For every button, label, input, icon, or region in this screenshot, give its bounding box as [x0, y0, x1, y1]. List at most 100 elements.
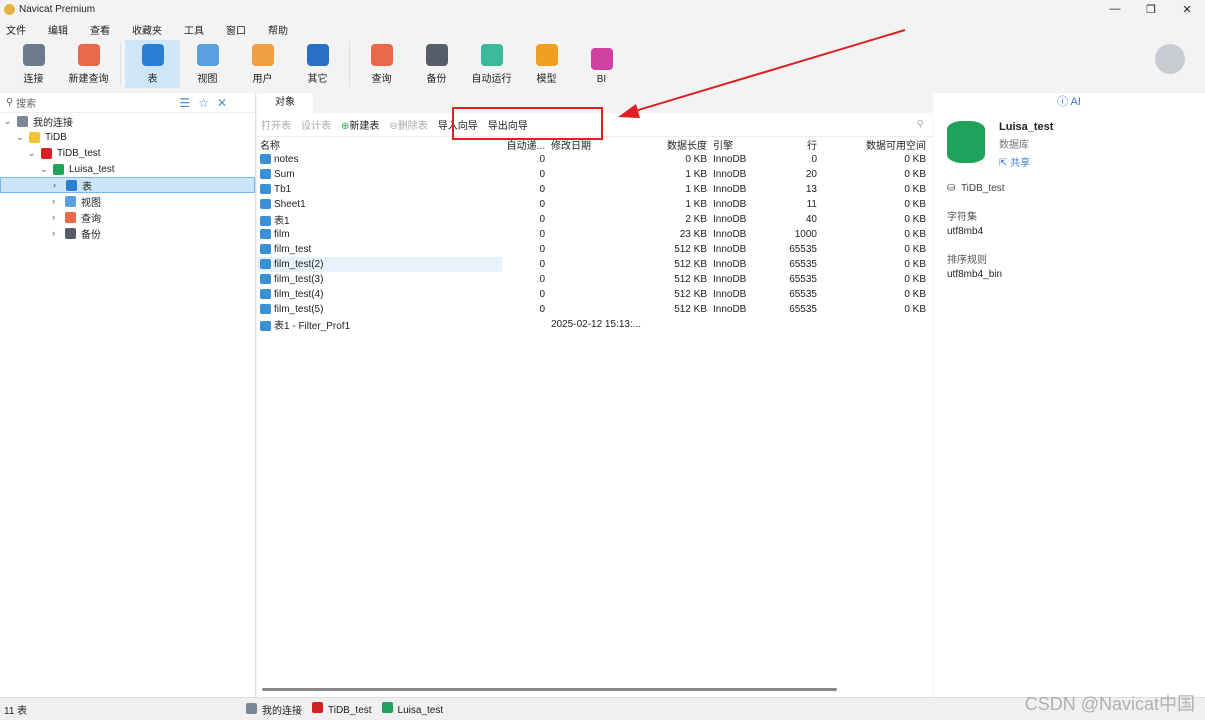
column-header[interactable]: 引擎 [710, 137, 770, 152]
database-icon [947, 121, 985, 163]
open-table-button[interactable]: 打开表 [261, 117, 291, 132]
user-avatar[interactable] [1155, 44, 1185, 74]
tree-node-label: 查询 [81, 213, 101, 225]
tree-node[interactable]: ⌄ TiDB_test [0, 145, 255, 161]
table-row[interactable]: Sheet1 0 1 KB InnoDB 11 0 KB [257, 197, 929, 212]
toolbar-button[interactable]: 表 [125, 40, 180, 88]
table-icon [260, 289, 271, 300]
toolbar-icon [590, 48, 613, 70]
table-cell: 0 [502, 272, 548, 287]
table-cell: 65535 [770, 272, 820, 287]
share-link[interactable]: ⇱ 共享 [999, 154, 1053, 169]
server-label: TiDB_test [960, 183, 1005, 194]
chevron-icon[interactable]: › [52, 228, 62, 238]
table-cell: 0 KB [820, 227, 929, 242]
menu-item[interactable]: 查看 [90, 22, 110, 37]
close-button[interactable]: ✕ [1169, 3, 1205, 16]
tree-node-icon [41, 147, 52, 159]
table-cell [548, 287, 648, 302]
cell-value: InnoDB [713, 229, 747, 240]
table-row[interactable]: film_test(2) 0 512 KB InnoDB 65535 0 KB [257, 257, 929, 272]
cell-value: InnoDB [713, 289, 747, 300]
cell-value: 65535 [789, 244, 817, 255]
table-cell: 0 [770, 152, 820, 167]
tree-node-icon [65, 227, 76, 239]
toolbar-button[interactable]: 连接 [6, 40, 61, 88]
table-row[interactable]: film_test(4) 0 512 KB InnoDB 65535 0 KB [257, 287, 929, 302]
column-header[interactable]: 行 [770, 137, 820, 152]
chevron-icon[interactable]: ⌄ [40, 164, 50, 175]
table-row[interactable]: film 0 23 KB InnoDB 1000 0 KB [257, 227, 929, 242]
breadcrumb-item[interactable]: Luisa_test [381, 701, 443, 717]
table-cell: 11 [770, 197, 820, 212]
navigation-pane: ⚲ 搜索 ☰☆✕ ⌄ 我的连接 ⌄ TiDB ⌄ TiDB_test ⌄ Luisa_test ›… [0, 93, 256, 697]
new-table-button[interactable]: ⊕新建表 [341, 117, 379, 132]
table-cell: 0 [502, 287, 548, 302]
toolbar-button[interactable]: 用户 [235, 40, 290, 88]
tree-node[interactable]: › 备份 [0, 225, 255, 241]
toolbar-button[interactable]: 新建查询 [61, 40, 116, 88]
table-cell: InnoDB [710, 182, 770, 197]
chevron-icon[interactable]: ⌄ [4, 116, 14, 127]
tree-node[interactable]: ⌄ Luisa_test [0, 161, 255, 177]
menu-item[interactable]: 编辑 [48, 22, 68, 37]
minimize-button[interactable]: — [1097, 3, 1133, 16]
menu-item[interactable]: 帮助 [268, 22, 288, 37]
toolbar-button[interactable]: 模型 [519, 40, 574, 88]
breadcrumb-item[interactable]: TiDB_test [312, 701, 372, 717]
cell-value: 0 KB [904, 199, 926, 210]
table-row[interactable]: Tb1 0 1 KB InnoDB 13 0 KB [257, 182, 929, 197]
cell-value: InnoDB [713, 259, 747, 270]
table-cell: film_test(2) [257, 257, 502, 272]
toolbar-button[interactable]: 视图 [180, 40, 235, 88]
search-icon[interactable]: ⚲ [917, 119, 924, 130]
menu-item[interactable]: 窗口 [226, 22, 246, 37]
table-row[interactable]: 表1 0 2 KB InnoDB 40 0 KB [257, 212, 929, 227]
table-row[interactable]: notes 0 0 KB InnoDB 0 0 KB [257, 152, 929, 167]
cell-value: notes [274, 154, 299, 165]
toolbar-button[interactable]: 其它 [290, 40, 345, 88]
design-table-button[interactable]: 设计表 [301, 117, 331, 132]
table-cell [548, 167, 648, 182]
menu-item[interactable]: 文件 [6, 22, 26, 37]
table-row[interactable]: film_test(3) 0 512 KB InnoDB 65535 0 KB [257, 272, 929, 287]
cell-value: 65535 [789, 304, 817, 315]
cell-value: 0 KB [904, 259, 926, 270]
tree-node[interactable]: ⌄ TiDB [0, 129, 255, 145]
cell-value: 1 KB [685, 169, 707, 180]
table-row[interactable]: film_test 0 512 KB InnoDB 65535 0 KB [257, 242, 929, 257]
delete-table-button[interactable]: ⊖删除表 [389, 117, 427, 132]
menu-item[interactable]: 工具 [184, 22, 204, 37]
breadcrumb-icon [381, 701, 393, 713]
toolbar-button[interactable]: 自动运行 [464, 40, 519, 88]
column-header[interactable]: 数据长度 [648, 137, 710, 152]
toolbar-button[interactable]: 备份 [409, 40, 464, 88]
info-ai-tabs[interactable]: ⓘ AI [947, 93, 1191, 113]
tree-node[interactable]: ⌄ 我的连接 [0, 113, 255, 129]
table-cell: 512 KB [648, 242, 710, 257]
chevron-icon[interactable]: ⌄ [16, 132, 26, 143]
title-bar: Navicat Premium — ❐ ✕ [0, 0, 1205, 18]
chevron-icon[interactable]: › [52, 196, 62, 206]
table-row[interactable]: Sum 0 1 KB InnoDB 20 0 KB [257, 167, 929, 182]
tree-node[interactable]: › 查询 [0, 209, 255, 225]
cell-value: 0 KB [904, 274, 926, 285]
chevron-icon[interactable]: ⌄ [28, 148, 38, 159]
search-input[interactable]: 搜索 [16, 95, 36, 110]
chevron-icon[interactable]: › [52, 212, 62, 222]
menu-item[interactable]: 收藏夹 [132, 22, 162, 37]
tree-node[interactable]: › 视图 [0, 193, 255, 209]
column-header[interactable]: 数据可用空间 [820, 137, 929, 152]
toolbar-button[interactable]: 查询 [354, 40, 409, 88]
table-row[interactable]: film_test(5) 0 512 KB InnoDB 65535 0 KB [257, 302, 929, 317]
horizontal-scrollbar[interactable] [262, 688, 837, 691]
toolbar-button[interactable]: BI [574, 40, 629, 88]
maximize-button[interactable]: ❐ [1133, 3, 1169, 16]
table-cell: InnoDB [710, 197, 770, 212]
chevron-icon[interactable]: › [53, 180, 63, 190]
breadcrumb-item[interactable]: 我的连接 [246, 702, 302, 717]
tree-node[interactable]: › 表 [0, 177, 255, 193]
table-row[interactable]: 表1 - Filter_Prof1 2025-02-12 15:13:... [257, 317, 929, 332]
filter-star-collapse-icons[interactable]: ☰☆✕ [179, 96, 235, 110]
tab-objects[interactable]: 对象 [257, 93, 313, 113]
